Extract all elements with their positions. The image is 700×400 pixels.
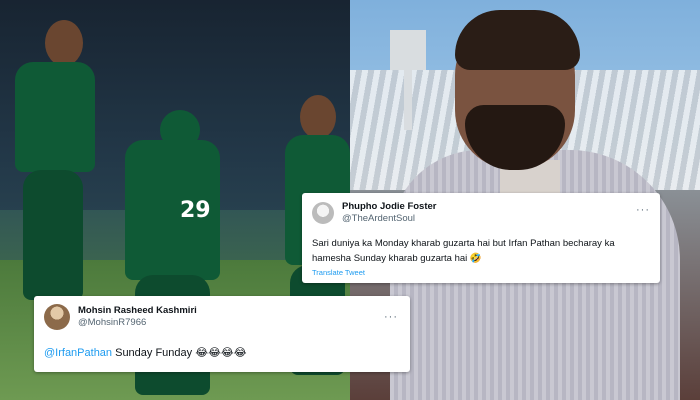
user-handle[interactable]: @TheArdentSoul (342, 213, 436, 225)
user-handle[interactable]: @MohsinR7966 (78, 317, 197, 329)
translate-tweet-link[interactable]: Translate Tweet (312, 268, 365, 277)
player-body (15, 62, 95, 172)
tweet-card-mohsin[interactable]: Mohsin Rasheed Kashmiri @MohsinR7966 ···… (34, 296, 410, 372)
jersey-number: 29 (180, 198, 211, 223)
player-legs (23, 170, 83, 300)
tweet-text: @IrfanPathan Sunday Funday 😂😂😂😂 (44, 346, 247, 361)
more-options-icon[interactable]: ··· (384, 311, 398, 323)
tweet-card-phupho[interactable]: Phupho Jodie Foster @TheArdentSoul ··· S… (302, 193, 660, 283)
display-name[interactable]: Phupho Jodie Foster (342, 201, 436, 213)
tweet-header: Phupho Jodie Foster @TheArdentSoul (312, 201, 436, 225)
display-name[interactable]: Mohsin Rasheed Kashmiri (78, 305, 197, 317)
avatar[interactable] (312, 202, 334, 224)
man-hair (455, 10, 580, 70)
tweet-text: Sari duniya ka Monday kharab guzarta hai… (312, 238, 615, 264)
tweet-author: Mohsin Rasheed Kashmiri @MohsinR7966 (78, 305, 197, 329)
mention-link[interactable]: @IrfanPathan (44, 347, 112, 359)
player-head (300, 95, 336, 139)
more-options-icon[interactable]: ··· (636, 204, 650, 216)
tweet-body: Sunday Funday 😂😂😂😂 (112, 347, 247, 359)
tweet-header: Mohsin Rasheed Kashmiri @MohsinR7966 (44, 304, 197, 330)
player-head (45, 20, 83, 66)
floodlight-tower (390, 30, 426, 70)
tweet-author: Phupho Jodie Foster @TheArdentSoul (342, 201, 436, 225)
player-left (5, 20, 105, 300)
avatar[interactable] (44, 304, 70, 330)
floodlight-pole (404, 70, 412, 130)
